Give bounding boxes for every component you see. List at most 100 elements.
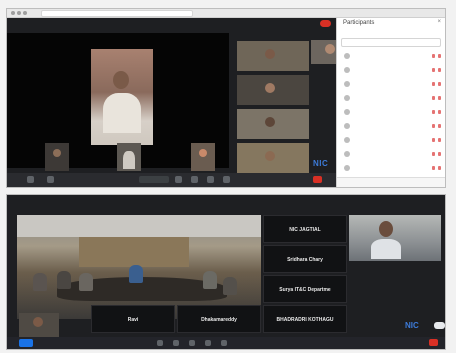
self-head [325, 44, 335, 54]
logo-text: NIC [313, 159, 329, 168]
camera-icon[interactable] [173, 340, 179, 346]
meeting-header [7, 195, 445, 209]
avatar [344, 137, 350, 143]
participants-button[interactable] [19, 339, 33, 347]
participant-thumbnail[interactable] [191, 143, 215, 171]
self-view-video[interactable] [19, 313, 59, 337]
nic-logo: NIC [405, 321, 419, 330]
participants-tabs [349, 29, 389, 34]
avatar [344, 165, 350, 171]
participants-panel-title: Participants [343, 20, 375, 26]
chat-icon[interactable] [205, 340, 211, 346]
list-item[interactable] [337, 92, 445, 106]
camera-off-icon [438, 124, 441, 128]
list-item[interactable] [337, 64, 445, 78]
nic-logo: NIC [313, 159, 328, 168]
status-pill [139, 176, 169, 183]
attendee [33, 273, 47, 291]
tile-head [265, 49, 275, 59]
camera-off-icon [438, 68, 441, 72]
thumb-head [199, 149, 207, 157]
self-head [33, 317, 43, 327]
gallery-tile[interactable] [237, 143, 309, 173]
mic-muted-icon [432, 68, 435, 72]
tile-head [265, 151, 275, 161]
mic-muted-icon [432, 96, 435, 100]
list-item[interactable] [337, 78, 445, 92]
participant-tile-nic-jagtial[interactable]: NIC JAGTIAL [263, 215, 347, 243]
participant-tile-dhakamareddy[interactable]: Dhakamareddy [177, 305, 261, 333]
attendee [129, 265, 143, 283]
speaker-body [103, 93, 141, 133]
meeting-header [7, 18, 337, 32]
list-item[interactable] [337, 162, 445, 176]
video-stage [7, 33, 229, 171]
camera-off-icon [438, 96, 441, 100]
mic-muted-icon [432, 152, 435, 156]
active-speaker-video[interactable] [91, 49, 153, 145]
camera-off-icon [438, 54, 441, 58]
attendee [79, 273, 93, 291]
participant-tile-bhadradri-kothagudem[interactable]: BHADRADRI KOTHAGU [263, 305, 347, 333]
window-control-icon[interactable] [23, 11, 27, 15]
participant-tile-ravi[interactable]: Ravi [91, 305, 175, 333]
address-bar[interactable] [41, 10, 193, 17]
participants-icon[interactable] [207, 176, 214, 183]
attendee [223, 277, 237, 295]
conference-room-video[interactable] [17, 215, 261, 319]
list-item[interactable] [337, 106, 445, 120]
list-item[interactable] [337, 120, 445, 134]
avatar [344, 95, 350, 101]
browser-chrome [7, 9, 445, 18]
mic-muted-icon [432, 82, 435, 86]
camera-off-icon [438, 138, 441, 142]
mic-icon[interactable] [157, 340, 163, 346]
window-control-icon[interactable] [11, 11, 15, 15]
bottom-video-conference-window: NIC JAGTIAL Sridhara Chary Surya IT&C De… [6, 194, 446, 350]
participant-tile-surya[interactable]: Surya IT&C Departme [263, 275, 347, 303]
list-item[interactable] [337, 50, 445, 64]
gallery-tile[interactable] [237, 75, 309, 105]
remote-participant-video[interactable] [349, 215, 441, 261]
participant-list [337, 50, 445, 176]
end-call-button[interactable] [429, 339, 438, 346]
camera-off-icon [438, 110, 441, 114]
avatar [344, 53, 350, 59]
remote-body [371, 239, 401, 259]
gallery-tile[interactable] [237, 109, 309, 139]
mic-muted-icon [432, 166, 435, 170]
top-video-conference-window: NIC Participants × [6, 8, 446, 188]
more-options-icon[interactable] [221, 340, 227, 346]
list-item[interactable] [337, 134, 445, 148]
more-options-icon[interactable] [223, 176, 230, 183]
mic-muted-icon [432, 110, 435, 114]
attendee [57, 271, 71, 289]
gallery-tile[interactable] [237, 41, 309, 71]
mic-muted-icon [432, 124, 435, 128]
camera-icon[interactable] [47, 176, 54, 183]
participant-search-input[interactable] [341, 38, 441, 47]
participant-tile-sridhara-chary[interactable]: Sridhara Chary [263, 245, 347, 273]
window-control-icon[interactable] [17, 11, 21, 15]
camera-off-icon [438, 152, 441, 156]
leave-button[interactable] [320, 20, 331, 27]
camera-off-icon [438, 166, 441, 170]
list-item[interactable] [337, 148, 445, 162]
tile-head [265, 83, 275, 93]
share-screen-icon[interactable] [189, 340, 195, 346]
avatar [344, 67, 350, 73]
thumb-head [53, 149, 61, 157]
mic-icon[interactable] [27, 176, 34, 183]
end-call-button[interactable] [313, 176, 322, 183]
room-ceiling [17, 215, 261, 237]
status-badge [434, 322, 445, 329]
participants-panel: Participants × [336, 18, 445, 187]
chat-icon[interactable] [191, 176, 198, 183]
close-icon[interactable]: × [437, 19, 441, 25]
mic-muted-icon [432, 54, 435, 58]
call-toolbar [7, 173, 337, 187]
participant-thumbnail[interactable] [45, 143, 69, 171]
remote-head [379, 221, 393, 237]
participant-thumbnail[interactable] [117, 143, 141, 171]
share-screen-icon[interactable] [175, 176, 182, 183]
